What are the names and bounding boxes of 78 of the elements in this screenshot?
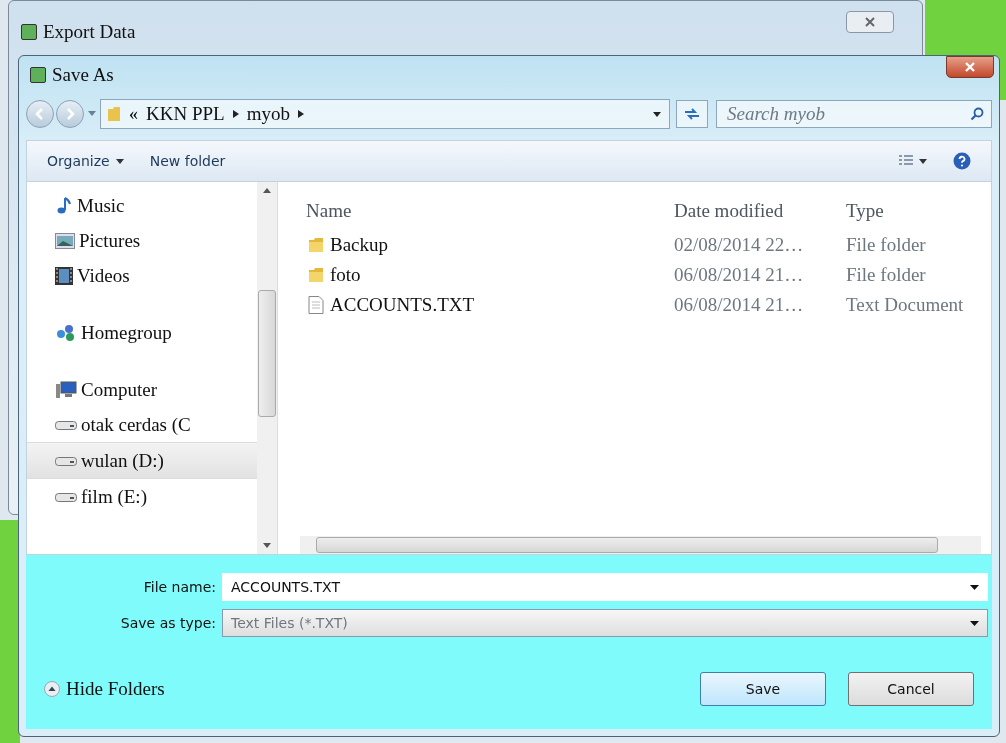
breadcrumb[interactable]: myob [246,103,290,125]
hide-folders-button[interactable]: Hide Folders [44,678,165,700]
refresh-arrows-icon [684,108,700,120]
document-icon [308,296,324,314]
file-name-field[interactable]: ACCOUNTS.TXT [222,573,988,601]
caret-icon[interactable] [653,111,661,117]
sidebar-item[interactable]: Videos [27,258,257,293]
refresh-button[interactable] [676,100,708,128]
sidebar-item[interactable]: Pictures [27,223,257,258]
music-icon [55,196,73,215]
file-row[interactable]: Backup 02/08/2014 22… File folder [278,230,991,260]
breadcrumb[interactable]: KKN PPL [146,103,225,125]
folder-icon [107,106,121,122]
window-title: Save As [52,64,114,86]
chevron-right-icon[interactable] [232,110,239,118]
file-date: 06/08/2014 21… [673,294,805,316]
sidebar-item[interactable]: otak cerdas (C [27,407,257,442]
search-icon [970,107,984,121]
file-date: 02/08/2014 22… [673,234,805,256]
scroll-up-arrow-icon[interactable] [263,188,271,193]
app-icon [21,24,37,40]
address-bar[interactable]: « KKN PPL myob [100,99,670,129]
file-row[interactable]: ACCOUNTS.TXT 06/08/2014 21… Text Document [278,290,991,320]
scroll-thumb[interactable] [316,537,938,553]
vertical-scrollbar[interactable] [257,182,277,554]
save-type-dropdown[interactable]: Text Files (*.TXT) [222,609,988,637]
cancel-button[interactable]: Cancel [848,672,974,706]
list-view-icon [899,155,913,167]
forward-button[interactable] [56,100,84,128]
caret-icon [970,585,979,590]
column-header[interactable]: Name [278,200,666,222]
close-icon [864,17,876,27]
drive-icon [55,454,77,467]
caret-icon [115,158,124,164]
sidebar-item[interactable]: wulan (D:) [27,442,257,479]
window-title: Export Data [43,21,136,43]
close-button[interactable] [846,11,894,33]
file-row[interactable]: foto 06/08/2014 21… File folder [278,260,991,290]
collapse-icon [44,681,60,697]
computer-icon [55,380,77,399]
sidebar-item[interactable]: film (E:) [27,479,257,514]
sidebar-item[interactable]: Computer [27,372,257,407]
sidebar-item[interactable]: Music [27,188,257,223]
file-name: Backup [330,234,389,256]
file-name: foto [330,264,361,286]
pictures-icon [55,232,75,249]
drive-icon [55,490,77,503]
overflow-chevron[interactable]: « [129,103,138,125]
scroll-thumb[interactable] [258,290,276,417]
folder-icon [308,267,324,283]
organize-button[interactable]: Organize [37,149,134,173]
drive-icon [55,418,77,431]
save-button[interactable]: Save [700,672,826,706]
videos-icon [55,266,73,285]
file-type: Text Document [845,294,965,316]
horizontal-scrollbar[interactable] [300,536,981,554]
column-header[interactable]: Date modified [666,200,838,222]
app-icon [30,67,46,83]
back-button[interactable] [26,100,54,128]
file-type: File folder [845,234,927,256]
new-folder-button[interactable]: New folder [139,149,236,173]
field-label: File name: [142,579,217,595]
column-header[interactable]: Type [838,200,991,222]
caret-icon [919,158,927,164]
file-name: ACCOUNTS.TXT [330,294,475,316]
field-label: Save as type: [119,615,217,631]
search-field[interactable]: Search myob [716,100,992,128]
file-date: 06/08/2014 21… [673,264,805,286]
chevron-right-icon[interactable] [297,110,304,118]
close-button[interactable] [946,56,994,78]
scroll-down-arrow-icon[interactable] [263,543,271,548]
homegroup-icon [55,323,77,342]
sidebar-item[interactable]: Homegroup [27,315,257,350]
close-icon [964,62,976,72]
folder-icon [308,237,324,253]
caret-icon [970,620,979,626]
file-type: File folder [845,264,927,286]
help-icon [953,152,971,170]
